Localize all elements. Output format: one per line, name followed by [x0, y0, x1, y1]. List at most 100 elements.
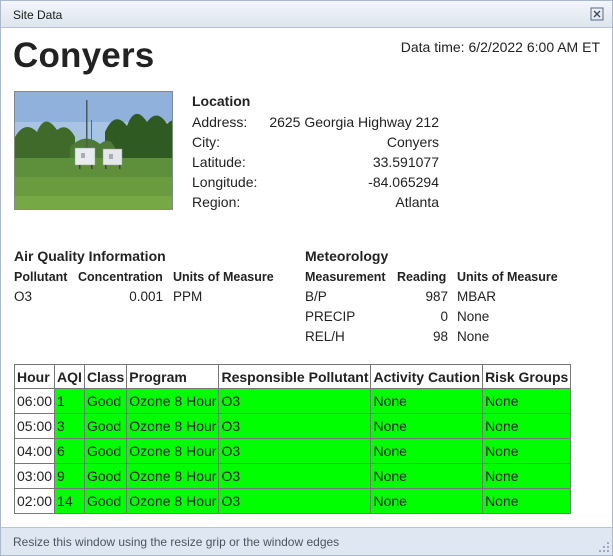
resize-grip-icon[interactable]	[598, 541, 610, 553]
aqi-cell: 1	[54, 388, 85, 414]
location-label: City:	[192, 134, 220, 150]
measurement-reading: 98	[432, 329, 448, 344]
air-quality-section: Air Quality Information Pollutant Concen…	[14, 248, 284, 307]
class-cell: Good	[83, 438, 128, 464]
column-header: Pollutant	[14, 270, 68, 284]
window-title: Site Data	[13, 8, 63, 22]
measurement-units: MBAR	[457, 289, 497, 304]
measurement-units: None	[457, 309, 490, 324]
measurement-units: None	[457, 329, 490, 344]
title-bar[interactable]: Site Data	[1, 1, 612, 28]
pollutant-cell: O3	[218, 438, 372, 464]
table-header-row: Hour AQI Class Program Responsible Pollu…	[13, 364, 572, 389]
pollutant-cell: O3	[218, 463, 372, 489]
table-row: 05:00 3 Good Ozone 8 Hour O3 None None	[13, 413, 572, 439]
hour-cell: 04:00	[13, 438, 56, 464]
caution-cell: None	[370, 488, 484, 514]
aqi-cell: 14	[54, 488, 85, 514]
location-row: Latitude: 33.591077	[192, 152, 439, 172]
measurement-name: REL/H	[305, 329, 345, 344]
column-header: Units of Measure	[173, 270, 274, 284]
data-time: Data time: 6/2/2022 6:00 AM ET	[401, 39, 600, 55]
program-cell: Ozone 8 Hour	[126, 388, 220, 414]
location-heading: Location	[192, 93, 251, 109]
meteorology-heading: Meteorology	[305, 248, 389, 264]
program-cell: Ozone 8 Hour	[126, 438, 220, 464]
aqi-cell: 9	[54, 463, 85, 489]
column-header: Reading	[397, 270, 447, 284]
column-header: Program	[126, 364, 220, 389]
site-data-window: Site Data Conyers Data time: 6/2/2022 6:…	[0, 0, 613, 556]
pollutant-cell: O3	[218, 488, 372, 514]
site-photo	[14, 91, 173, 210]
location-row: Address: 2625 Georgia Highway 212	[192, 112, 439, 132]
measurement-name: PRECIP	[305, 309, 356, 324]
column-header: Measurement	[305, 270, 386, 284]
column-header: Activity Caution	[370, 364, 484, 389]
location-row: Region: Atlanta	[192, 192, 439, 212]
concentration-value: 0.001	[129, 289, 163, 304]
meteorology-row: B/P 987 MBAR	[305, 287, 565, 307]
location-label: Longitude:	[192, 174, 258, 190]
risk-groups-cell: None	[482, 438, 572, 464]
risk-groups-cell: None	[482, 488, 572, 514]
hourly-aqi-table: Hour AQI Class Program Responsible Pollu…	[13, 364, 572, 514]
column-header: Risk Groups	[482, 364, 572, 389]
caution-cell: None	[370, 388, 484, 414]
close-icon[interactable]	[590, 7, 604, 21]
hour-cell: 02:00	[13, 488, 56, 514]
table-row: 02:00 14 Good Ozone 8 Hour O3 None None	[13, 488, 572, 514]
data-time-value: 6/2/2022 6:00 AM ET	[468, 39, 600, 55]
column-header: Class	[83, 364, 128, 389]
risk-groups-cell: None	[482, 413, 572, 439]
pollutant-cell: O3	[218, 413, 372, 439]
hour-cell: 05:00	[13, 413, 56, 439]
hour-cell: 06:00	[13, 388, 56, 414]
site-name: Conyers	[13, 36, 155, 75]
location-label: Latitude:	[192, 154, 246, 170]
air-quality-row: O3 0.001 PPM	[14, 287, 284, 307]
aqi-cell: 3	[54, 413, 85, 439]
location-row: City: Conyers	[192, 132, 439, 152]
location-value: 33.591077	[372, 154, 439, 170]
column-header: AQI	[54, 364, 85, 389]
pollutant-cell: O3	[218, 388, 372, 414]
units-value: PPM	[173, 289, 203, 304]
meteorology-row: PRECIP 0 None	[305, 307, 565, 327]
measurement-reading: 0	[440, 309, 448, 324]
location-row: Longitude: -84.065294	[192, 172, 439, 192]
risk-groups-cell: None	[482, 388, 572, 414]
column-header: Concentration	[78, 270, 163, 284]
location-value: Atlanta	[395, 194, 439, 210]
measurement-name: B/P	[305, 289, 327, 304]
measurement-reading: 987	[425, 289, 448, 304]
table-row: 04:00 6 Good Ozone 8 Hour O3 None None	[13, 438, 572, 464]
meteorology-section: Meteorology Measurement Reading Units of…	[305, 248, 565, 347]
class-cell: Good	[83, 413, 128, 439]
caution-cell: None	[370, 413, 484, 439]
class-cell: Good	[83, 388, 128, 414]
data-time-label: Data time:	[400, 39, 465, 55]
air-quality-heading: Air Quality Information	[14, 248, 166, 264]
location-label: Address:	[192, 114, 248, 130]
column-header: Units of Measure	[457, 270, 558, 284]
pollutant-value: O3	[14, 289, 33, 304]
air-quality-header-row: Pollutant Concentration Units of Measure	[14, 267, 284, 287]
column-header: Hour	[13, 364, 56, 389]
location-section: Location Address: 2625 Georgia Highway 2…	[192, 93, 439, 212]
meteorology-row: REL/H 98 None	[305, 327, 565, 347]
class-cell: Good	[83, 463, 128, 489]
class-cell: Good	[83, 488, 128, 514]
meteorology-header-row: Measurement Reading Units of Measure	[305, 267, 565, 287]
caution-cell: None	[370, 463, 484, 489]
status-bar: Resize this window using the resize grip…	[1, 527, 612, 555]
location-value: Conyers	[386, 134, 439, 150]
table-row: 06:00 1 Good Ozone 8 Hour O3 None None	[13, 388, 572, 414]
status-message: Resize this window using the resize grip…	[13, 535, 340, 549]
program-cell: Ozone 8 Hour	[126, 463, 220, 489]
caution-cell: None	[370, 438, 484, 464]
table-row: 03:00 9 Good Ozone 8 Hour O3 None None	[13, 463, 572, 489]
program-cell: Ozone 8 Hour	[126, 488, 220, 514]
location-label: Region:	[192, 194, 241, 210]
program-cell: Ozone 8 Hour	[126, 413, 220, 439]
